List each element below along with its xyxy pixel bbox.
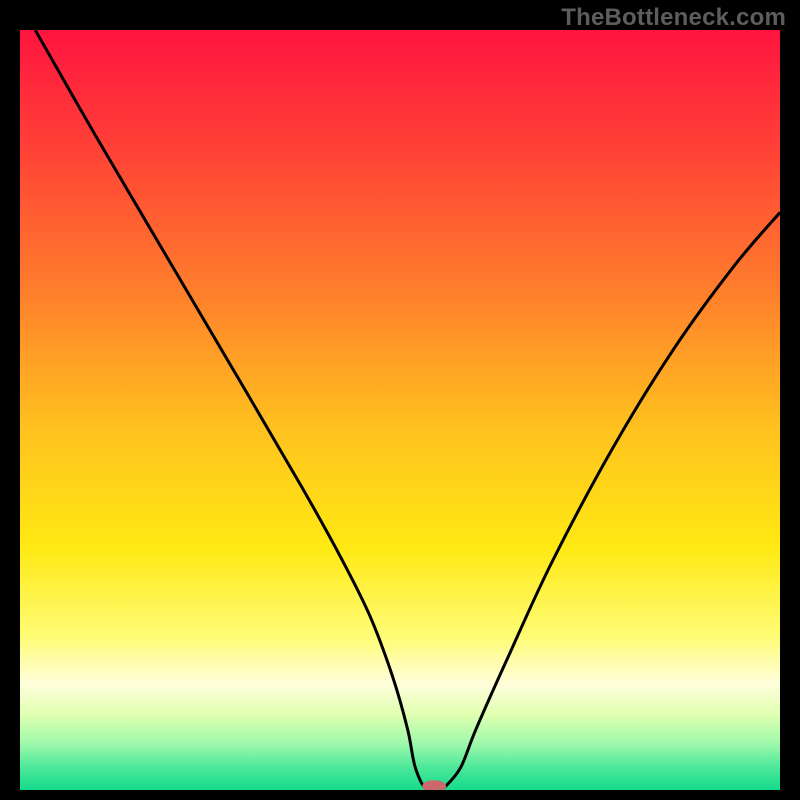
watermark-text: TheBottleneck.com: [561, 4, 786, 32]
gradient-background: [20, 30, 780, 790]
bottleneck-plot: [20, 30, 780, 790]
chart-container: TheBottleneck.com: [0, 0, 800, 800]
plot-svg: [20, 30, 780, 790]
